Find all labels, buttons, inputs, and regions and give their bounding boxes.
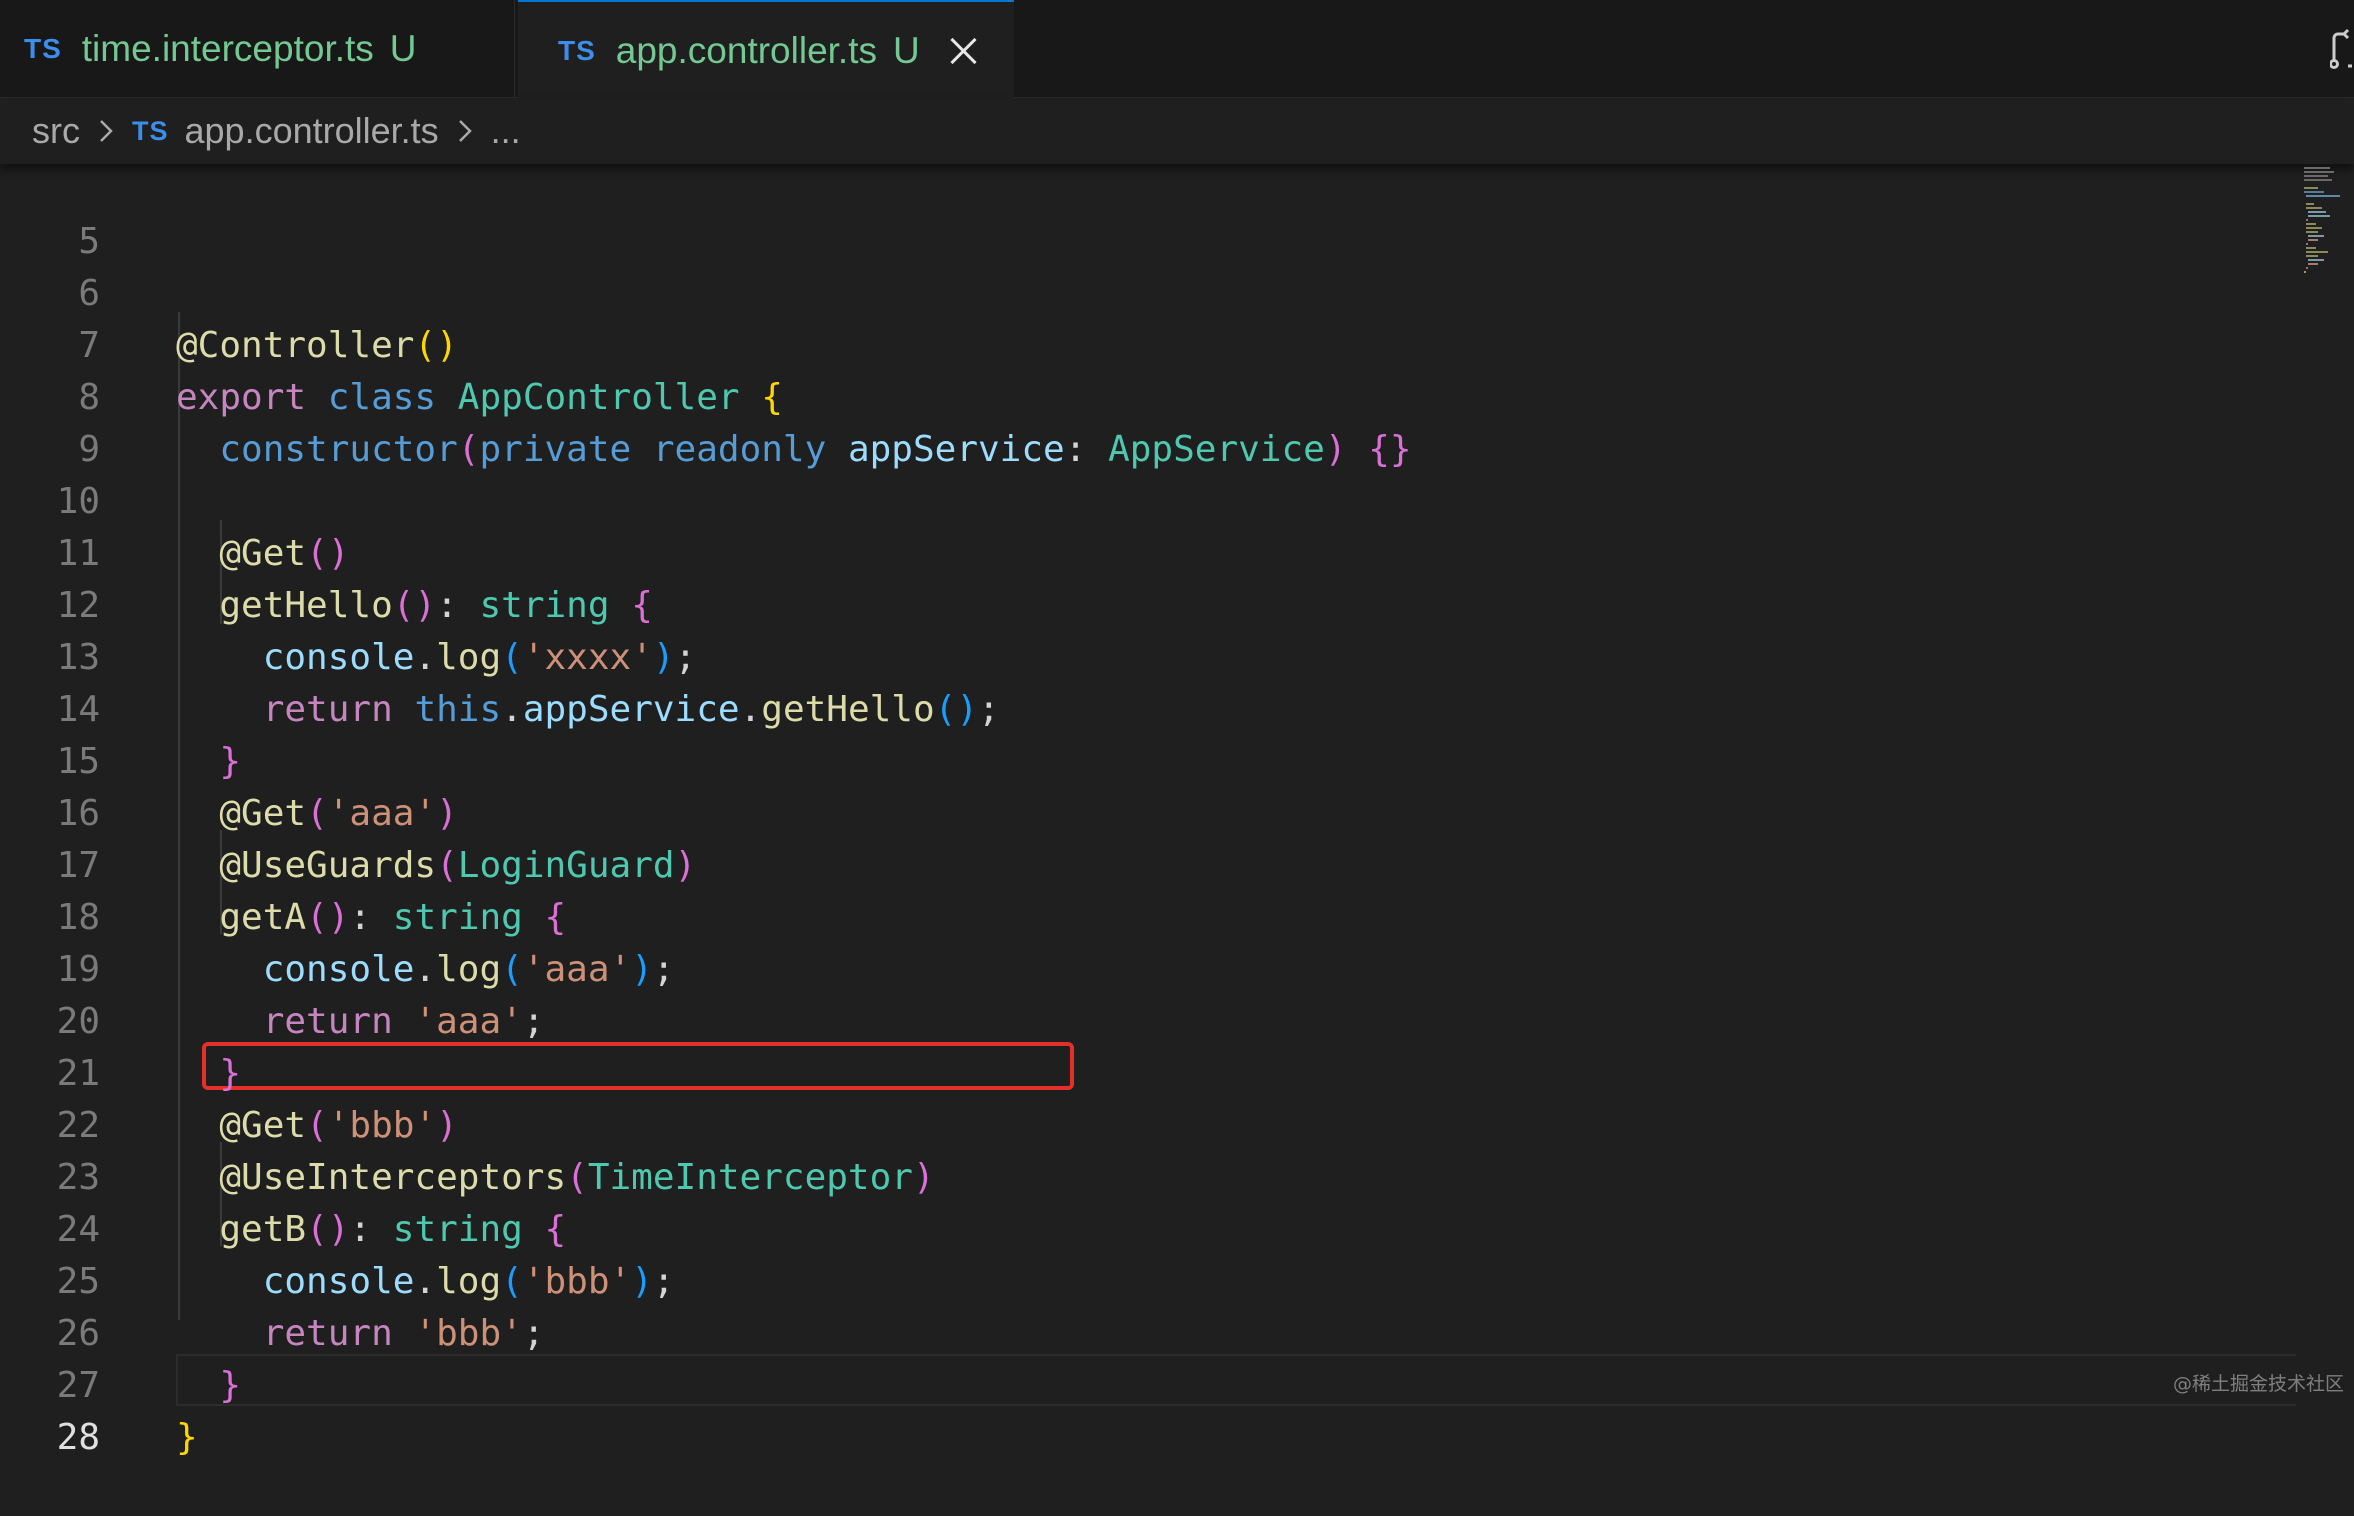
code-line[interactable]: 23 getB(): string {: [0, 1100, 2290, 1250]
code-line[interactable]: 6 @Controller(): [0, 216, 2290, 366]
code-line[interactable]: 22 @UseInterceptors(TimeInterceptor): [0, 1048, 2290, 1198]
code-line[interactable]: 7 export class AppController {: [0, 268, 2290, 418]
typescript-file-icon: TS: [24, 33, 62, 64]
code-line[interactable]: 19 return 'aaa';: [0, 892, 2290, 1042]
tab-label: app.controller.ts: [615, 29, 877, 71]
code-line[interactable]: 8 constructor(private readonly appServic…: [0, 320, 2290, 470]
code-line[interactable]: 24 console.log('bbb');: [0, 1152, 2290, 1302]
tab-label: time.interceptor.ts: [81, 28, 374, 69]
code-line[interactable]: 14 }: [0, 632, 2290, 782]
code-editor[interactable]: 5 6 @Controller() 7 export class AppCont…: [0, 164, 2354, 1458]
line-number: 28: [56, 1417, 100, 1458]
editor-tab-bar: TS time.interceptor.ts U TS app.controll…: [0, 0, 2354, 99]
code-line[interactable]: 13 return this.appService.getHello();: [0, 580, 2290, 730]
typescript-file-icon: TS: [558, 34, 596, 66]
code-line[interactable]: 25 return 'bbb';: [0, 1204, 2290, 1354]
code-line[interactable]: 12 console.log('xxxx');: [0, 528, 2290, 678]
code-line[interactable]: 20 }: [0, 944, 2290, 1094]
code-line[interactable]: 16 @UseGuards(LoginGuard): [0, 736, 2290, 886]
code-line[interactable]: 10 @Get(): [0, 424, 2290, 574]
bracket: }: [176, 1417, 198, 1458]
breadcrumb: src TS app.controller.ts ...: [0, 98, 2354, 164]
code-line[interactable]: 28: [0, 1360, 2290, 1458]
code-line[interactable]: 9: [0, 372, 2290, 470]
compare-changes-icon[interactable]: [2330, 28, 2354, 72]
chevron-right-icon: [100, 120, 113, 142]
tab-app-controller[interactable]: TS app.controller.ts U: [518, 0, 1014, 99]
close-icon[interactable]: [948, 36, 978, 66]
tab-time-interceptor[interactable]: TS time.interceptor.ts U: [0, 0, 515, 98]
minimap[interactable]: [2300, 164, 2354, 284]
git-untracked-badge: U: [893, 29, 920, 71]
code-line[interactable]: 21 @Get('bbb'): [0, 996, 2290, 1146]
code-line[interactable]: 5: [0, 164, 2290, 262]
watermark: @稀土掘金技术社区: [2172, 1373, 2344, 1395]
code-line[interactable]: 18 console.log('aaa');: [0, 840, 2290, 990]
breadcrumb-folder[interactable]: src: [32, 110, 80, 152]
typescript-file-icon: TS: [132, 115, 169, 146]
code-line[interactable]: 26 }: [0, 1256, 2290, 1406]
code-line[interactable]: 27 }: [0, 1308, 2290, 1458]
code-line[interactable]: 17 getA(): string {: [0, 788, 2290, 938]
chevron-right-icon: [458, 120, 472, 142]
breadcrumb-file[interactable]: app.controller.ts: [185, 110, 439, 152]
code-line[interactable]: 11 getHello(): string {: [0, 476, 2290, 626]
git-untracked-badge: U: [389, 28, 417, 69]
breadcrumb-symbol[interactable]: ...: [491, 110, 521, 152]
code-line[interactable]: 15 @Get('aaa'): [0, 684, 2290, 834]
